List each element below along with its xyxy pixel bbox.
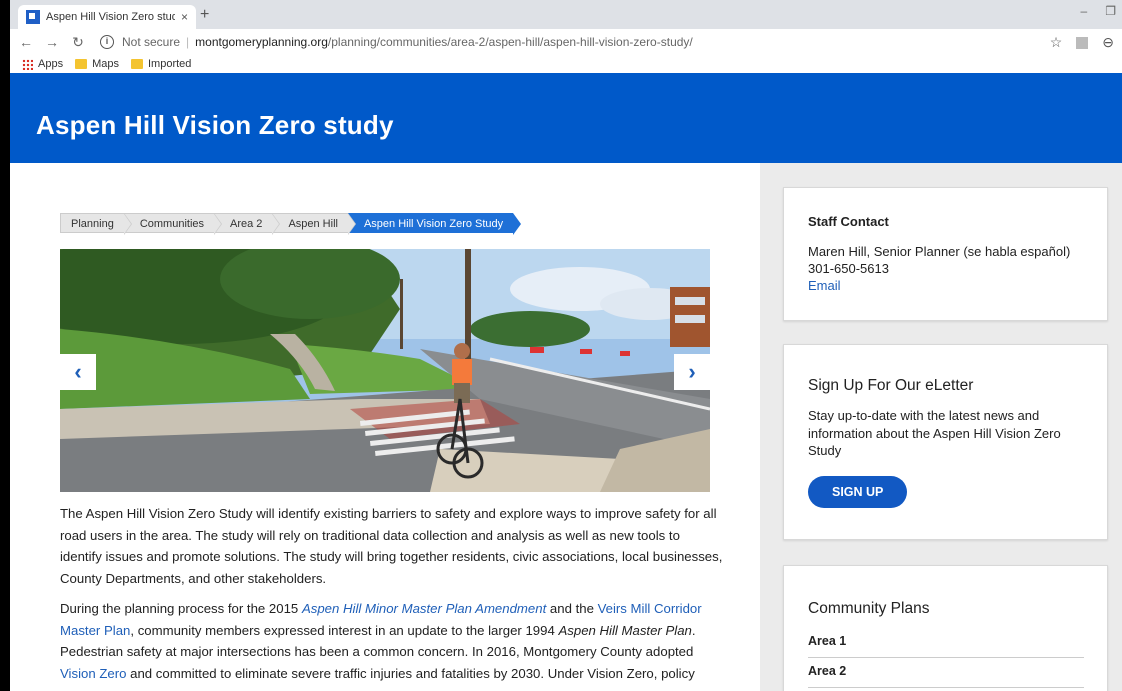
back-icon[interactable]: ← xyxy=(16,34,36,50)
staff-contact-card: Staff Contact Maren Hill, Senior Planner… xyxy=(783,187,1108,321)
page-header: Aspen Hill Vision Zero study xyxy=(10,73,1122,163)
toolbar-actions: ☆ ⊖ xyxy=(1050,34,1114,51)
info-icon[interactable]: i xyxy=(100,35,114,49)
link-aspen-hill-minor-master-plan[interactable]: Aspen Hill Minor Master Plan Amendment xyxy=(302,601,546,616)
folder-icon xyxy=(130,59,143,69)
site-favicon-icon xyxy=(26,10,40,24)
bookmark-maps[interactable]: Maps xyxy=(75,58,119,70)
window-edge xyxy=(0,0,10,691)
bookmark-star-icon[interactable]: ☆ xyxy=(1050,34,1063,51)
new-tab-button[interactable]: + xyxy=(200,6,209,24)
breadcrumb-aspen-hill[interactable]: Aspen Hill xyxy=(272,213,356,235)
restore-icon[interactable]: ❐ xyxy=(1105,4,1116,18)
breadcrumb-current: Aspen Hill Vision Zero Study xyxy=(347,213,522,235)
folder-icon xyxy=(75,59,88,69)
tab-bar: Aspen Hill Vision Zero study - M × + – ❐ xyxy=(10,0,1122,29)
paragraph-intro: The Aspen Hill Vision Zero Study will id… xyxy=(60,506,723,586)
community-plans-heading: Community Plans xyxy=(808,600,930,617)
not-secure-label: Not secure xyxy=(122,35,181,49)
browser-tab[interactable]: Aspen Hill Vision Zero study - M × xyxy=(18,5,196,29)
tab-title: Aspen Hill Vision Zero study - M xyxy=(46,11,175,23)
eletter-heading: Sign Up For Our eLetter xyxy=(808,377,974,394)
url-domain: montgomeryplanning.org xyxy=(195,35,328,49)
contact-email-link[interactable]: Email xyxy=(808,278,841,293)
slideshow-prev-button[interactable]: ‹ xyxy=(60,354,96,390)
paragraph-background: During the planning process for the 2015… xyxy=(60,601,702,681)
web-page: Aspen Hill Vision Zero study Planning Co… xyxy=(10,73,1122,691)
plan-item-area-2[interactable]: Area 2 xyxy=(808,658,1084,688)
contact-phone: 301-650-5613 xyxy=(808,261,889,276)
slideshow-next-button[interactable]: › xyxy=(674,354,710,390)
forward-icon[interactable]: → xyxy=(42,34,62,50)
apps-grid-icon xyxy=(22,58,33,70)
bookmarks-bar: Apps Maps Imported xyxy=(10,55,1122,73)
address-bar[interactable]: Not secure | montgomeryplanning.org/planni… xyxy=(122,35,693,49)
plan-item-area-1[interactable]: Area 1 xyxy=(808,628,1084,658)
bookmark-label: Imported xyxy=(147,58,192,70)
window-controls: – ❐ xyxy=(1081,4,1116,18)
slide-photo xyxy=(60,249,710,492)
minimize-icon[interactable]: – xyxy=(1081,4,1088,18)
chevron-right-icon: › xyxy=(688,359,696,384)
contact-name: Maren Hill, Senior Planner (se habla esp… xyxy=(808,244,1071,259)
breadcrumb: Planning Communities Area 2 Aspen Hill A… xyxy=(60,213,522,235)
article-body: The Aspen Hill Vision Zero Study will id… xyxy=(60,503,725,691)
staff-contact-heading: Staff Contact xyxy=(808,214,889,229)
bookmark-label: Maps xyxy=(92,58,119,70)
page-title: Aspen Hill Vision Zero study xyxy=(36,110,394,140)
bookmark-imported[interactable]: Imported xyxy=(130,58,192,70)
eletter-card: Sign Up For Our eLetter Stay up-to-date … xyxy=(783,344,1108,540)
browser-toolbar: ← → ↻ i Not secure | montgomeryplanning.or… xyxy=(10,29,1122,55)
photo-slideshow[interactable]: ‹ › xyxy=(60,249,710,492)
bookmark-apps[interactable]: Apps xyxy=(22,58,63,70)
reload-icon[interactable]: ↻ xyxy=(68,34,88,51)
profile-icon[interactable]: ⊖ xyxy=(1102,34,1114,51)
url-path: /planning/communities/area-2/aspen-hill/… xyxy=(327,35,693,49)
extension-icon[interactable] xyxy=(1076,36,1089,49)
sign-up-button[interactable]: SIGN UP xyxy=(808,475,908,508)
community-plans-card: Community Plans Area 1 Area 2 xyxy=(783,565,1108,691)
chevron-left-icon: ‹ xyxy=(74,359,82,384)
eletter-description: Stay up-to-date with the latest news and… xyxy=(808,408,1061,458)
tab-close-icon[interactable]: × xyxy=(181,10,188,24)
breadcrumb-communities[interactable]: Communities xyxy=(123,213,223,235)
link-vision-zero[interactable]: Vision Zero xyxy=(60,666,126,681)
bookmark-label: Apps xyxy=(38,58,64,70)
breadcrumb-area-2[interactable]: Area 2 xyxy=(214,213,281,235)
breadcrumb-planning[interactable]: Planning xyxy=(60,213,132,235)
